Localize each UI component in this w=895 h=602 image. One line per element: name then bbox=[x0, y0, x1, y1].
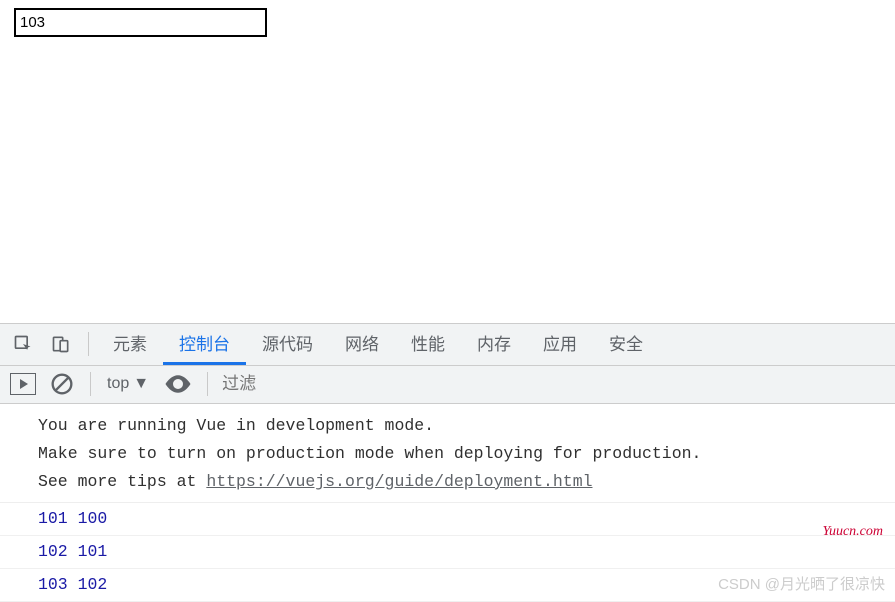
console-sidebar-toggle-icon[interactable] bbox=[10, 373, 36, 395]
tab-console[interactable]: 控制台 bbox=[163, 323, 246, 365]
log-text: See more tips at bbox=[38, 472, 206, 491]
tab-sources[interactable]: 源代码 bbox=[246, 323, 329, 365]
log-value: 101 bbox=[78, 542, 108, 561]
separator bbox=[88, 332, 89, 356]
log-text: You are running Vue in development mode. bbox=[38, 416, 434, 435]
context-label: top bbox=[107, 375, 129, 393]
console-log-row: 101 100 bbox=[0, 503, 895, 536]
deployment-link[interactable]: https://vuejs.org/guide/deployment.html bbox=[206, 472, 592, 491]
live-expression-icon[interactable] bbox=[163, 373, 193, 395]
inspect-icon[interactable] bbox=[10, 331, 36, 357]
tab-elements[interactable]: 元素 bbox=[97, 323, 163, 365]
log-value: 102 bbox=[78, 575, 108, 594]
execution-context-select[interactable]: top ▼ bbox=[99, 375, 157, 393]
tab-performance[interactable]: 性能 bbox=[395, 323, 461, 365]
separator bbox=[90, 372, 91, 396]
tab-security[interactable]: 安全 bbox=[593, 323, 659, 365]
chevron-down-icon: ▼ bbox=[133, 375, 149, 393]
watermark-author: CSDN @月光晒了很凉快 bbox=[718, 573, 885, 594]
console-toolbar: top ▼ bbox=[0, 366, 895, 404]
log-text: Make sure to turn on production mode whe… bbox=[38, 444, 701, 463]
log-value: 101 bbox=[38, 509, 68, 528]
console-log-row: 102 101 bbox=[0, 536, 895, 569]
log-value: 102 bbox=[38, 542, 68, 561]
tab-network[interactable]: 网络 bbox=[329, 323, 395, 365]
log-value: 100 bbox=[78, 509, 108, 528]
devtools-tablist: 元素 控制台 源代码 网络 性能 内存 应用 安全 bbox=[0, 324, 895, 366]
tab-memory[interactable]: 内存 bbox=[461, 323, 527, 365]
watermark-site: Yuucn.com bbox=[822, 524, 883, 540]
separator bbox=[207, 372, 208, 396]
devtools-panel: 元素 控制台 源代码 网络 性能 内存 应用 安全 top ▼ You are … bbox=[0, 323, 895, 602]
device-toggle-icon[interactable] bbox=[48, 331, 74, 357]
console-message: You are running Vue in development mode.… bbox=[0, 408, 895, 503]
number-input[interactable] bbox=[14, 8, 267, 37]
tab-application[interactable]: 应用 bbox=[527, 323, 593, 365]
console-filter-input[interactable] bbox=[216, 372, 376, 396]
log-value: 103 bbox=[38, 575, 68, 594]
clear-console-icon[interactable] bbox=[48, 370, 76, 398]
